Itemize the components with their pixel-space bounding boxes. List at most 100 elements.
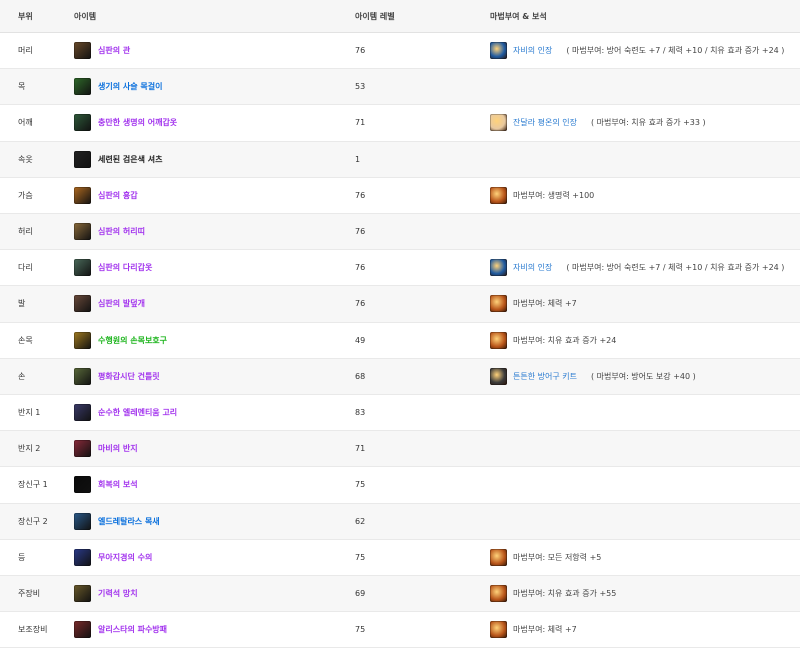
shirt-icon[interactable] bbox=[74, 150, 91, 168]
item-cell[interactable]: 평화감시단 건틀릿 bbox=[74, 367, 160, 385]
item-cell[interactable]: 심판의 허리띠 bbox=[74, 223, 145, 241]
ring-icon[interactable] bbox=[74, 404, 91, 422]
item-level: 75 bbox=[355, 552, 366, 562]
item-name-link[interactable]: 심판의 허리띠 bbox=[98, 226, 145, 237]
item-cell[interactable]: 심판의 다리갑옷 bbox=[74, 259, 152, 277]
item-cell[interactable]: 기력석 망치 bbox=[74, 585, 138, 603]
slot-label: 장신구 2 bbox=[18, 516, 48, 526]
item-level: 71 bbox=[355, 444, 366, 454]
item-name-link[interactable]: 회복의 보석 bbox=[98, 479, 138, 490]
enchant-cell: 마법부여: 치유 효과 증가 +55 bbox=[490, 585, 616, 603]
gem-icon[interactable] bbox=[490, 367, 507, 385]
item-name-link[interactable]: 순수한 엘레멘티움 고리 bbox=[98, 407, 177, 418]
item-level: 76 bbox=[355, 46, 366, 56]
bracer-icon[interactable] bbox=[74, 331, 91, 349]
enchant-icon[interactable] bbox=[490, 295, 507, 313]
item-cell[interactable]: 무아지경의 수의 bbox=[74, 548, 152, 566]
enchant-icon[interactable] bbox=[490, 548, 507, 566]
header-slot[interactable]: 부위 bbox=[18, 11, 33, 22]
gem-name-link[interactable]: 잔달라 평온의 인장 bbox=[513, 117, 577, 128]
item-cell[interactable]: 엘드레탈라스 목새 bbox=[74, 512, 160, 530]
item-cell[interactable]: 충만한 생명의 어깨갑옷 bbox=[74, 114, 177, 132]
item-name-link[interactable]: 생기의 사슬 목걸이 bbox=[98, 81, 162, 92]
necklace-icon[interactable] bbox=[74, 78, 91, 96]
table-row: 속옷 세련된 검은색 셔츠 1 bbox=[0, 141, 800, 178]
item-level: 76 bbox=[355, 299, 366, 309]
gloves-icon[interactable] bbox=[74, 367, 91, 385]
item-cell[interactable]: 순수한 엘레멘티움 고리 bbox=[74, 404, 177, 422]
item-cell[interactable]: 수행원의 손목보호구 bbox=[74, 331, 167, 349]
gem-icon[interactable] bbox=[490, 42, 507, 60]
item-cell[interactable]: 심판의 관 bbox=[74, 42, 130, 60]
table-row: 손목 수행원의 손목보호구 49 마법부여: 치유 효과 증가 +24 bbox=[0, 323, 800, 359]
legs-icon[interactable] bbox=[74, 259, 91, 277]
item-level: 75 bbox=[355, 480, 366, 490]
item-name-link[interactable]: 알리스타의 파수방패 bbox=[98, 624, 167, 635]
item-level: 62 bbox=[355, 516, 366, 526]
gem-icon[interactable] bbox=[490, 259, 507, 277]
header-level[interactable]: 아이템 레벨 bbox=[355, 11, 395, 22]
slot-label: 다리 bbox=[18, 263, 33, 273]
item-cell[interactable]: 알리스타의 파수방패 bbox=[74, 621, 167, 639]
enchant-text: ( 마법부여: 치유 효과 증가 +33 ) bbox=[590, 118, 706, 128]
table-row: 머리 심판의 관 76 자비의 인장 ( 마법부여: 방어 숙련도 +7 / 체력 +1… bbox=[0, 33, 800, 70]
enchant-text: 마법부여: 치유 효과 증가 +24 bbox=[513, 335, 617, 345]
item-name-link[interactable]: 기력석 망치 bbox=[98, 588, 138, 599]
item-name-link[interactable]: 마비의 반지 bbox=[98, 443, 138, 454]
item-level: 1 bbox=[355, 154, 361, 164]
slot-label: 주장비 bbox=[18, 589, 41, 599]
table-row: 다리 심판의 다리갑옷 76 자비의 인장 ( 마법부여: 방어 숙련도 +7 / 체력… bbox=[0, 250, 800, 287]
header-enchant[interactable]: 마법부여 & 보석 bbox=[490, 11, 547, 22]
item-name-link[interactable]: 심판의 흉갑 bbox=[98, 190, 138, 201]
item-name-link[interactable]: 심판의 발덮개 bbox=[98, 298, 145, 309]
gem-name-link[interactable]: 자비의 인장 bbox=[513, 45, 552, 56]
cloak-icon[interactable] bbox=[74, 548, 91, 566]
shield-icon[interactable] bbox=[74, 621, 91, 639]
enchant-cell: 마법부여: 모든 저항력 +5 bbox=[490, 548, 601, 566]
item-level: 75 bbox=[355, 625, 366, 635]
gem-name-link[interactable]: 자비의 인장 bbox=[513, 262, 552, 273]
item-name-link[interactable]: 수행원의 손목보호구 bbox=[98, 335, 167, 346]
table-row: 보조장비 알리스타의 파수방패 75 마법부여: 체력 +7 bbox=[0, 612, 800, 649]
slot-label: 어깨 bbox=[18, 118, 33, 128]
mace-icon[interactable] bbox=[74, 585, 91, 603]
table-row: 어깨 충만한 생명의 어깨갑옷 71 잔달라 평온의 인장 ( 마법부여: 치유 효과 … bbox=[0, 105, 800, 142]
helm-icon[interactable] bbox=[74, 42, 91, 60]
item-level: 83 bbox=[355, 408, 366, 418]
ring-icon[interactable] bbox=[74, 440, 91, 458]
enchant-text: ( 마법부여: 방어 숙련도 +7 / 체력 +10 / 치유 효과 증가 +2… bbox=[566, 46, 785, 56]
item-name-link[interactable]: 엘드레탈라스 목새 bbox=[98, 516, 160, 527]
item-cell[interactable]: 마비의 반지 bbox=[74, 440, 138, 458]
enchant-text: 마법부여: 체력 +7 bbox=[513, 299, 577, 309]
item-cell[interactable]: 생기의 사슬 목걸이 bbox=[74, 78, 162, 96]
boots-icon[interactable] bbox=[74, 295, 91, 313]
item-name-link[interactable]: 충만한 생명의 어깨갑옷 bbox=[98, 117, 177, 128]
gem-icon[interactable] bbox=[490, 114, 507, 132]
table-row: 반지 2 마비의 반지 71 bbox=[0, 431, 800, 468]
item-name-link[interactable]: 심판의 관 bbox=[98, 45, 130, 56]
enchant-icon[interactable] bbox=[490, 621, 507, 639]
header-item[interactable]: 아이템 bbox=[74, 11, 96, 22]
enchant-icon[interactable] bbox=[490, 186, 507, 204]
slot-label: 손 bbox=[18, 371, 26, 381]
item-name-link[interactable]: 무아지경의 수의 bbox=[98, 552, 152, 563]
item-name-link[interactable]: 세련된 검은색 셔츠 bbox=[98, 154, 162, 165]
trinket-icon[interactable] bbox=[74, 512, 91, 530]
belt-icon[interactable] bbox=[74, 223, 91, 241]
gem-name-link[interactable]: 튼튼한 방어구 키트 bbox=[513, 371, 577, 382]
item-name-link[interactable]: 심판의 다리갑옷 bbox=[98, 262, 152, 273]
item-level: 71 bbox=[355, 118, 366, 128]
item-cell[interactable]: 회복의 보석 bbox=[74, 476, 138, 494]
enchant-cell: 자비의 인장 ( 마법부여: 방어 숙련도 +7 / 체력 +10 / 치유 효과… bbox=[490, 42, 785, 60]
enchant-icon[interactable] bbox=[490, 585, 507, 603]
table-row: 등 무아지경의 수의 75 마법부여: 모든 저항력 +5 bbox=[0, 540, 800, 576]
item-cell[interactable]: 심판의 발덮개 bbox=[74, 295, 145, 313]
item-cell[interactable]: 세련된 검은색 셔츠 bbox=[74, 150, 162, 168]
shoulder-icon[interactable] bbox=[74, 114, 91, 132]
item-name-link[interactable]: 평화감시단 건틀릿 bbox=[98, 371, 160, 382]
slot-label: 반지 1 bbox=[18, 408, 41, 418]
trinket-icon[interactable] bbox=[74, 476, 91, 494]
chest-icon[interactable] bbox=[74, 186, 91, 204]
enchant-icon[interactable] bbox=[490, 331, 507, 349]
item-cell[interactable]: 심판의 흉갑 bbox=[74, 186, 138, 204]
